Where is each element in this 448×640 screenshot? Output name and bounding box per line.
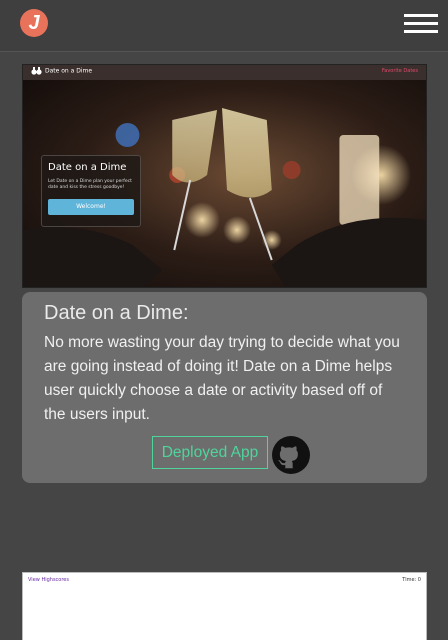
screenshot-welcome-button: Welcome! xyxy=(48,198,134,215)
screenshot-fav-link: Favorite Dates xyxy=(381,68,418,74)
next-shot-highscores: View Highscores xyxy=(28,577,69,583)
top-navbar: J xyxy=(0,0,448,52)
binoculars-icon xyxy=(31,67,42,75)
project-title: Date on a Dime: xyxy=(44,302,189,324)
site-logo[interactable]: J xyxy=(20,9,48,37)
project-screenshot: Date on a Dime Favorite Dates Date on a … xyxy=(22,64,427,288)
screenshot-welcome-card: Date on a Dime Let Date on a Dime plan y… xyxy=(41,155,141,227)
deployed-app-button[interactable]: Deployed App xyxy=(152,436,268,469)
project-description-panel: Date on a Dime: No more wasting your day… xyxy=(22,292,427,483)
github-icon[interactable] xyxy=(272,436,310,474)
next-shot-timer: Time: 0 xyxy=(402,577,421,583)
screenshot-card-text: Let Date on a Dime plan your perfect dat… xyxy=(48,179,132,191)
project-description: No more wasting your day trying to decid… xyxy=(44,334,400,423)
logo-letter: J xyxy=(28,11,40,34)
screenshot-navbar: Date on a Dime Favorite Dates xyxy=(23,65,426,80)
screenshot-brand: Date on a Dime xyxy=(31,67,92,75)
screenshot-card-title: Date on a Dime xyxy=(48,162,127,173)
hamburger-menu-icon[interactable] xyxy=(404,14,438,38)
screenshot-brand-text: Date on a Dime xyxy=(45,67,93,75)
next-project-screenshot: View Highscores Time: 0 xyxy=(22,572,427,640)
